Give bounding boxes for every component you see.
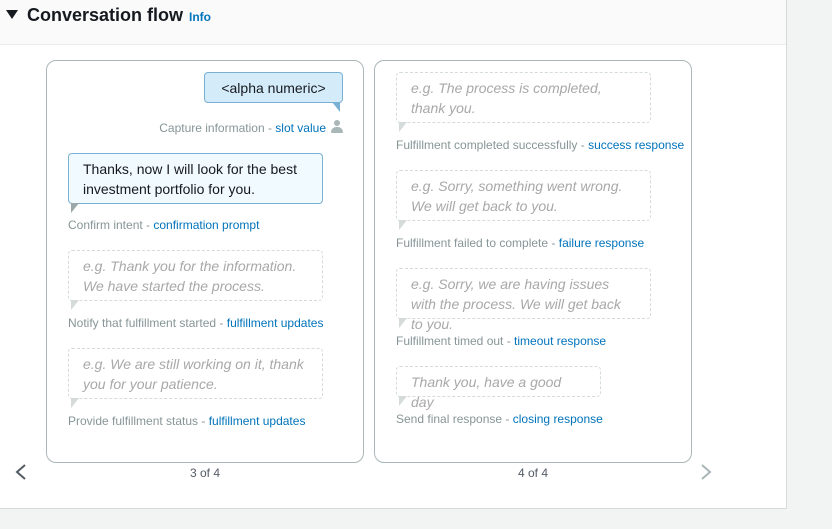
- fulfillment-status-placeholder: e.g. We are still working on it, thank y…: [83, 356, 304, 392]
- closing-response-link[interactable]: closing response: [513, 412, 603, 426]
- slot-value-text: <alpha numeric>: [221, 80, 326, 96]
- info-link[interactable]: Info: [189, 10, 211, 24]
- chevron-right-icon[interactable]: [697, 462, 715, 482]
- confirmation-prompt-text: Thanks, now I will look for the best inv…: [83, 161, 297, 197]
- fulfillment-updates-link-2[interactable]: fulfillment updates: [209, 414, 306, 428]
- success-placeholder: e.g. The process is completed, thank you…: [411, 80, 602, 116]
- timeout-label-text: Fulfillment timed out -: [396, 334, 515, 348]
- closing-response-input[interactable]: Thank you, have a good day: [396, 366, 601, 410]
- flow-card-3: <alpha numeric> Capture information - sl…: [46, 60, 364, 463]
- timeout-placeholder: e.g. Sorry, we are having issues with th…: [411, 276, 621, 332]
- failure-response-link[interactable]: failure response: [559, 236, 644, 250]
- confirm-intent-label: Confirm intent - confirmation prompt: [68, 218, 259, 232]
- page-indicator-4: 4 of 4: [517, 466, 549, 480]
- success-label-text: Fulfillment completed successfully -: [396, 138, 589, 152]
- capture-label-text: Capture information -: [159, 121, 276, 135]
- fulfillment-timeout-label: Fulfillment timed out - timeout response: [396, 334, 606, 348]
- fulfillment-started-placeholder: e.g. Thank you for the information. We h…: [83, 258, 297, 294]
- fulfillment-status-label: Provide fulfillment status - fulfillment…: [68, 414, 305, 428]
- fulfillment-status-input[interactable]: e.g. We are still working on it, thank y…: [68, 348, 323, 408]
- success-response-input[interactable]: e.g. The process is completed, thank you…: [396, 72, 651, 132]
- section-header[interactable]: Conversation flow Info: [0, 0, 786, 45]
- person-icon: [331, 120, 343, 133]
- section-title: Conversation flow: [27, 5, 184, 25]
- fulfillment-failed-label: Fulfillment failed to complete - failure…: [396, 236, 644, 250]
- confirmation-prompt-link[interactable]: confirmation prompt: [153, 218, 259, 232]
- chevron-left-icon[interactable]: [12, 462, 30, 482]
- notify-label-text: Notify that fulfillment started -: [68, 316, 227, 330]
- failure-response-input[interactable]: e.g. Sorry, something went wrong. We wil…: [396, 170, 651, 230]
- final-response-label: Send final response - closing response: [396, 412, 603, 426]
- timeout-response-link[interactable]: timeout response: [514, 334, 606, 348]
- success-response-link[interactable]: success response: [588, 138, 684, 152]
- notify-fulfillment-label: Notify that fulfillment started - fulfil…: [68, 316, 323, 330]
- fulfillment-started-input[interactable]: e.g. Thank you for the information. We h…: [68, 250, 323, 310]
- page-indicator-3: 3 of 4: [189, 466, 221, 480]
- status-label-text: Provide fulfillment status -: [68, 414, 209, 428]
- slot-value-bubble[interactable]: <alpha numeric>: [204, 72, 343, 112]
- failure-placeholder: e.g. Sorry, something went wrong. We wil…: [411, 178, 623, 214]
- closing-label-text: Send final response -: [396, 412, 513, 426]
- fulfillment-success-label: Fulfillment completed successfully - suc…: [396, 138, 684, 152]
- timeout-response-input[interactable]: e.g. Sorry, we are having issues with th…: [396, 268, 651, 332]
- closing-placeholder: Thank you, have a good day: [411, 374, 562, 410]
- flow-card-4: e.g. The process is completed, thank you…: [374, 60, 692, 463]
- caret-down-icon[interactable]: [6, 10, 18, 19]
- capture-information-label: Capture information - slot value: [159, 120, 343, 135]
- slot-value-link[interactable]: slot value: [275, 121, 326, 135]
- conversation-flow-panel: Conversation flow Info <alpha numeric> C…: [0, 0, 787, 509]
- confirm-label-text: Confirm intent -: [68, 218, 154, 232]
- confirmation-prompt-bubble[interactable]: Thanks, now I will look for the best inv…: [68, 153, 323, 213]
- failure-label-text: Fulfillment failed to complete -: [396, 236, 559, 250]
- fulfillment-updates-link[interactable]: fulfillment updates: [227, 316, 324, 330]
